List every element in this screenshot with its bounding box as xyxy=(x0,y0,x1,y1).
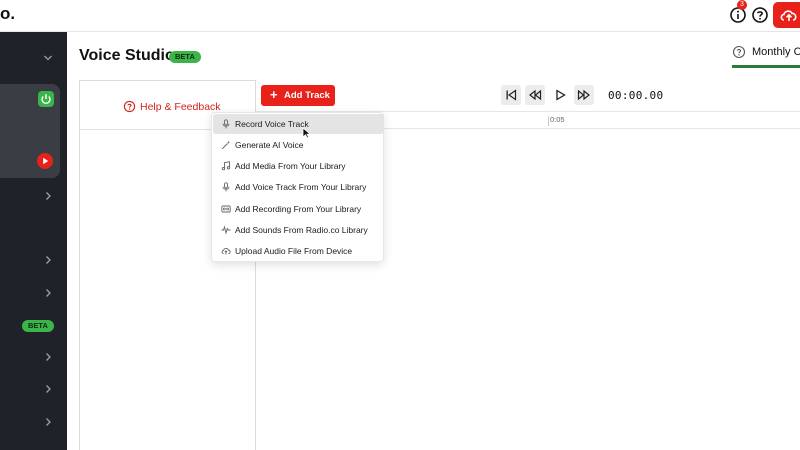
play-icon xyxy=(556,89,566,101)
chevron-right-icon[interactable] xyxy=(43,191,53,201)
magic-wand-icon xyxy=(221,140,231,150)
menu-item-generate-ai-voice[interactable]: Generate AI Voice xyxy=(213,135,384,155)
menu-item-label: Generate AI Voice xyxy=(235,140,304,150)
menu-item-label: Add Voice Track From Your Library xyxy=(235,182,367,192)
title-beta-badge: BETA xyxy=(169,51,201,63)
ruler-tick xyxy=(548,116,549,126)
sidebar-beta-badge: BETA xyxy=(22,320,54,332)
help-icon xyxy=(123,100,136,113)
voice-studio-app: o. 3 BETA Voice Studio BETA Monthly Cr H… xyxy=(0,0,800,450)
plus-icon: + xyxy=(270,87,278,102)
add-track-menu: Record Voice Track Generate AI Voice Add… xyxy=(211,112,384,262)
waveform-icon xyxy=(221,225,231,235)
add-track-label: Add Track xyxy=(284,90,330,101)
chevron-right-icon[interactable] xyxy=(43,288,53,298)
chevron-down-icon[interactable] xyxy=(43,53,53,63)
cloud-upload-icon xyxy=(780,10,797,21)
menu-item-label: Record Voice Track xyxy=(235,119,309,129)
fast-forward-button[interactable] xyxy=(574,85,594,105)
upload-button[interactable] xyxy=(773,2,800,28)
play-button[interactable] xyxy=(550,85,570,105)
chevron-right-icon[interactable] xyxy=(43,352,53,362)
play-icon[interactable] xyxy=(37,153,53,169)
recording-icon xyxy=(221,205,231,213)
active-tab-indicator xyxy=(732,65,800,68)
microphone-icon xyxy=(222,182,230,192)
top-bar: o. 3 xyxy=(0,0,800,32)
microphone-icon xyxy=(222,119,230,129)
monthly-tab-label: Monthly Cr xyxy=(752,46,800,58)
menu-item-record-voice-track[interactable]: Record Voice Track xyxy=(213,114,384,134)
menu-item-label: Add Media From Your Library xyxy=(235,161,346,171)
add-track-button[interactable]: + Add Track xyxy=(261,85,335,106)
help-icon xyxy=(732,45,746,59)
music-note-icon xyxy=(221,161,231,171)
notification-badge: 3 xyxy=(737,0,747,10)
timecode-display: 00:00.00 xyxy=(608,89,664,102)
menu-item-label: Upload Audio File From Device xyxy=(235,246,353,256)
chevron-right-icon[interactable] xyxy=(43,255,53,265)
cloud-upload-icon xyxy=(221,248,231,255)
menu-item-upload-audio[interactable]: Upload Audio File From Device xyxy=(213,241,384,261)
help-icon[interactable] xyxy=(750,5,770,25)
fast-forward-icon xyxy=(577,89,590,101)
chevron-right-icon[interactable] xyxy=(43,384,53,394)
skip-back-icon xyxy=(506,89,517,101)
page-title: Voice Studio xyxy=(79,47,175,64)
chevron-right-icon[interactable] xyxy=(43,417,53,427)
menu-item-add-media[interactable]: Add Media From Your Library xyxy=(213,156,384,176)
ruler-tick-label: 0:05 xyxy=(550,115,565,124)
sidebar: BETA xyxy=(0,32,67,450)
menu-item-label: Add Recording From Your Library xyxy=(235,204,362,214)
power-icon[interactable] xyxy=(38,91,54,107)
help-feedback-label: Help & Feedback xyxy=(140,101,221,113)
mouse-cursor-icon xyxy=(302,127,312,139)
brand-logo[interactable]: o. xyxy=(0,4,15,24)
rewind-button[interactable] xyxy=(525,85,545,105)
rewind-icon xyxy=(529,89,542,101)
menu-item-add-sounds[interactable]: Add Sounds From Radio.co Library xyxy=(213,220,384,240)
menu-item-add-recording[interactable]: Add Recording From Your Library xyxy=(213,199,384,219)
skip-to-start-button[interactable] xyxy=(501,85,521,105)
menu-item-label: Add Sounds From Radio.co Library xyxy=(235,225,368,235)
menu-item-add-voice-track[interactable]: Add Voice Track From Your Library xyxy=(213,177,384,197)
